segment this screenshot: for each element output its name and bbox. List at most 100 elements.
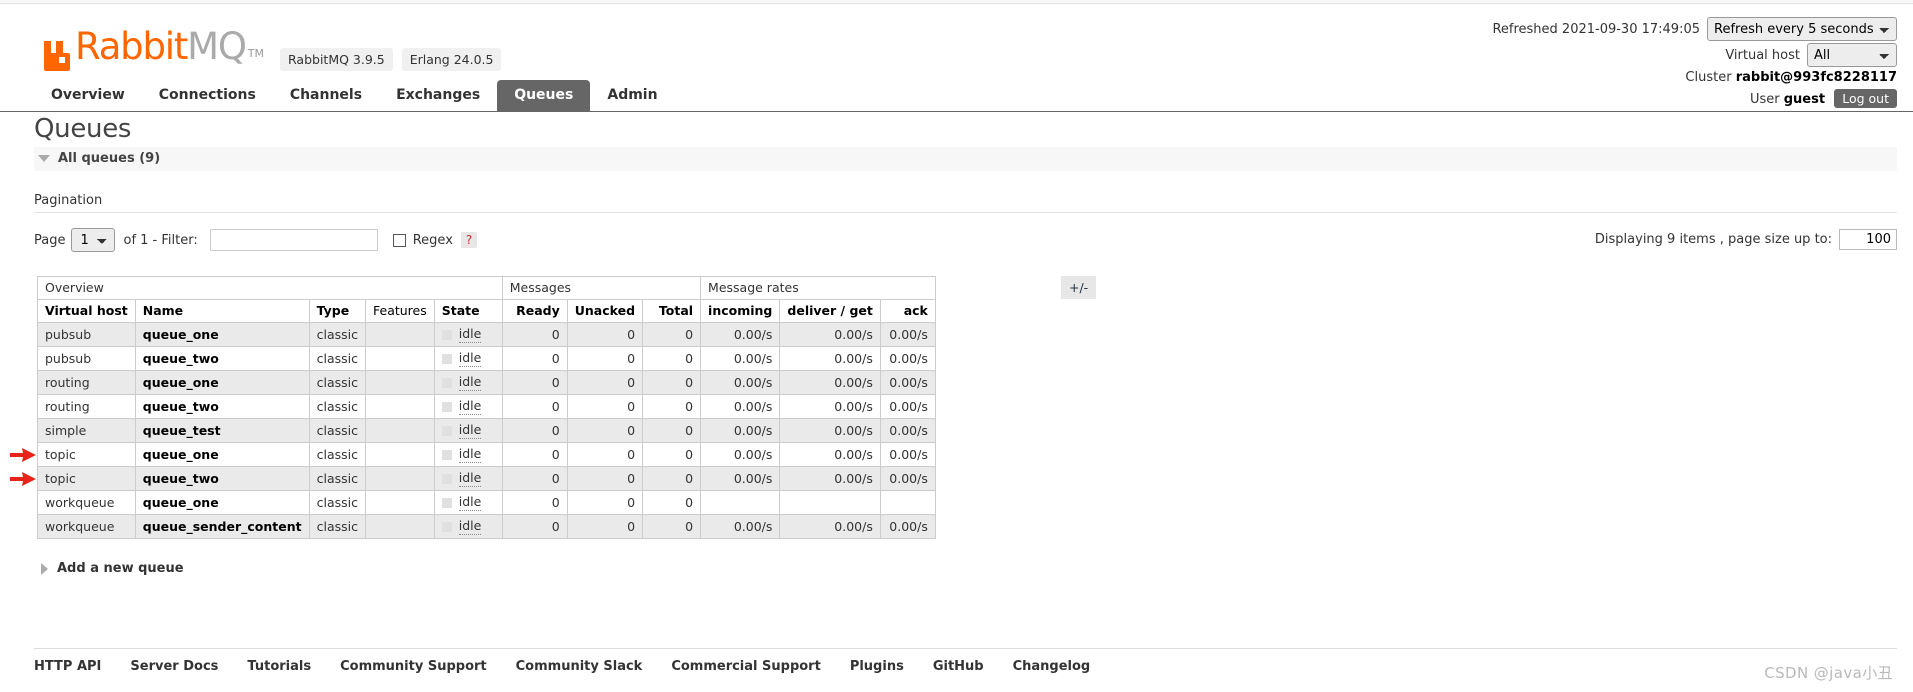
cell-state: idle bbox=[433, 322, 503, 347]
tab-queues[interactable]: Queues bbox=[497, 80, 591, 112]
state-label: idle bbox=[458, 494, 482, 511]
col-unacked[interactable]: Unacked bbox=[566, 299, 644, 323]
col-virtual-host[interactable]: Virtual host bbox=[37, 299, 136, 323]
cell-ack: 0.00/s bbox=[879, 370, 936, 395]
regex-checkbox[interactable] bbox=[392, 233, 406, 247]
cell-type: classic bbox=[308, 418, 367, 443]
table-row[interactable]: workqueue queue_one classic idle 0 0 0 bbox=[37, 490, 936, 515]
erlang-version-badge: Erlang 24.0.5 bbox=[401, 48, 502, 71]
cell-deliver-get bbox=[779, 490, 881, 515]
queues-table-head: Overview Messages Message rates Virtual … bbox=[37, 276, 936, 323]
cell-queue-name[interactable]: queue_two bbox=[134, 466, 310, 491]
footer-link-changelog[interactable]: Changelog bbox=[1013, 659, 1091, 674]
col-name[interactable]: Name bbox=[134, 299, 310, 323]
col-ready[interactable]: Ready bbox=[501, 299, 568, 323]
cell-ready: 0 bbox=[501, 466, 568, 491]
displaying-text: Displaying 9 items , page size up to: bbox=[1594, 232, 1832, 247]
state-label: idle bbox=[458, 446, 482, 463]
group-header-row: Overview Messages Message rates bbox=[37, 276, 936, 300]
cell-incoming: 0.00/s bbox=[700, 370, 781, 395]
table-row[interactable]: simple queue_test classic idle 0 0 0 0.00/s 0.00… bbox=[37, 418, 936, 443]
cell-type: classic bbox=[308, 322, 367, 347]
cell-unacked: 0 bbox=[566, 418, 644, 443]
table-row[interactable]: topic queue_one classic idle 0 0 0 0.00/s 0.00/s… bbox=[37, 442, 936, 467]
all-queues-section-header[interactable]: All queues (9) bbox=[34, 147, 1897, 171]
add-a-new-queue-toggle[interactable]: Add a new queue bbox=[41, 561, 1913, 576]
cell-virtual-host: topic bbox=[37, 466, 136, 491]
tab-exchanges[interactable]: Exchanges bbox=[379, 80, 497, 112]
filter-input[interactable] bbox=[209, 229, 378, 251]
cell-virtual-host: pubsub bbox=[37, 322, 136, 347]
cell-state: idle bbox=[433, 442, 503, 467]
cell-queue-name[interactable]: queue_one bbox=[134, 442, 310, 467]
col-features[interactable]: Features bbox=[365, 299, 435, 323]
cell-queue-name[interactable]: queue_one bbox=[134, 322, 310, 347]
tab-overview[interactable]: Overview bbox=[34, 80, 142, 112]
page-header: RabbitMQ TM RabbitMQ 3.9.5 Erlang 24.0.5 … bbox=[0, 0, 1913, 112]
footer-link-plugins[interactable]: Plugins bbox=[850, 659, 904, 674]
state-indicator-icon bbox=[441, 425, 452, 436]
footer-link-commercial-support[interactable]: Commercial Support bbox=[671, 659, 821, 674]
column-header-row: Virtual host Name Type Features State Re… bbox=[37, 299, 936, 323]
virtual-host-select[interactable]: All bbox=[1807, 43, 1897, 67]
cell-queue-name[interactable]: queue_one bbox=[134, 370, 310, 395]
state-label: idle bbox=[458, 470, 482, 487]
cell-incoming: 0.00/s bbox=[700, 394, 781, 419]
cell-total: 0 bbox=[642, 514, 702, 539]
rabbitmq-logo[interactable]: RabbitMQ TM bbox=[42, 28, 264, 75]
cell-ack: 0.00/s bbox=[879, 394, 936, 419]
cell-total: 0 bbox=[642, 322, 702, 347]
table-row[interactable]: topic queue_two classic idle 0 0 0 0.00/s 0.00/s… bbox=[37, 466, 936, 491]
main-content: Queues All queues (9) Pagination Page 1 … bbox=[0, 113, 1913, 576]
tab-admin[interactable]: Admin bbox=[590, 80, 674, 112]
regex-help-icon[interactable]: ? bbox=[460, 232, 478, 248]
all-queues-label: All queues (9) bbox=[58, 151, 161, 166]
cell-ready: 0 bbox=[501, 322, 568, 347]
cell-features bbox=[365, 418, 435, 443]
col-incoming[interactable]: incoming bbox=[700, 299, 781, 323]
col-deliver-get[interactable]: deliver / get bbox=[779, 299, 881, 323]
table-row[interactable]: workqueue queue_sender_content classic idle… bbox=[37, 514, 936, 539]
cell-unacked: 0 bbox=[566, 514, 644, 539]
refresh-interval-select[interactable]: Refresh every 5 seconds bbox=[1707, 17, 1897, 41]
table-row[interactable]: routing queue_one classic idle 0 0 0 0.00/s 0.00… bbox=[37, 370, 936, 395]
group-header-overview: Overview bbox=[37, 276, 503, 300]
footer-link-http-api[interactable]: HTTP API bbox=[34, 659, 101, 674]
state-indicator-icon bbox=[441, 377, 452, 388]
col-type[interactable]: Type bbox=[308, 299, 367, 323]
column-toggle-button[interactable]: +/- bbox=[1061, 276, 1097, 299]
table-row[interactable]: pubsub queue_one classic idle 0 0 0 0.00/s 0.00/… bbox=[37, 322, 936, 347]
cell-ready: 0 bbox=[501, 370, 568, 395]
footer-link-community-support[interactable]: Community Support bbox=[340, 659, 487, 674]
cell-queue-name[interactable]: queue_one bbox=[134, 490, 310, 515]
cell-type: classic bbox=[308, 514, 367, 539]
cell-queue-name[interactable]: queue_test bbox=[134, 418, 310, 443]
col-ack[interactable]: ack bbox=[879, 299, 936, 323]
col-state[interactable]: State bbox=[433, 299, 503, 323]
cell-virtual-host: workqueue bbox=[37, 514, 136, 539]
tab-connections[interactable]: Connections bbox=[142, 80, 273, 112]
cell-state: idle bbox=[433, 490, 503, 515]
page-number-select[interactable]: 1 bbox=[71, 228, 116, 252]
cell-queue-name[interactable]: queue_two bbox=[134, 394, 310, 419]
footer-link-community-slack[interactable]: Community Slack bbox=[516, 659, 643, 674]
cell-queue-name[interactable]: queue_sender_content bbox=[134, 514, 310, 539]
table-row[interactable]: pubsub queue_two classic idle 0 0 0 0.00/s 0.00/… bbox=[37, 346, 936, 371]
cell-deliver-get: 0.00/s bbox=[779, 394, 881, 419]
regex-label: Regex bbox=[412, 232, 453, 248]
footer-link-github[interactable]: GitHub bbox=[933, 659, 984, 674]
col-total[interactable]: Total bbox=[642, 299, 702, 323]
table-row[interactable]: routing queue_two classic idle 0 0 0 0.00/s 0.00… bbox=[37, 394, 936, 419]
tab-channels[interactable]: Channels bbox=[273, 80, 379, 112]
refresh-row: Refreshed 2021-09-30 17:49:05 Refresh ev… bbox=[1492, 17, 1897, 41]
cell-queue-name[interactable]: queue_two bbox=[134, 346, 310, 371]
footer-link-tutorials[interactable]: Tutorials bbox=[247, 659, 311, 674]
cell-ack: 0.00/s bbox=[879, 442, 936, 467]
cell-features bbox=[365, 370, 435, 395]
refreshed-timestamp: Refreshed 2021-09-30 17:49:05 bbox=[1492, 21, 1700, 37]
footer-link-server-docs[interactable]: Server Docs bbox=[130, 659, 218, 674]
vhost-row: Virtual host All bbox=[1492, 43, 1897, 67]
page-size-input[interactable] bbox=[1839, 229, 1897, 250]
cell-ready: 0 bbox=[501, 490, 568, 515]
cell-incoming: 0.00/s bbox=[700, 346, 781, 371]
